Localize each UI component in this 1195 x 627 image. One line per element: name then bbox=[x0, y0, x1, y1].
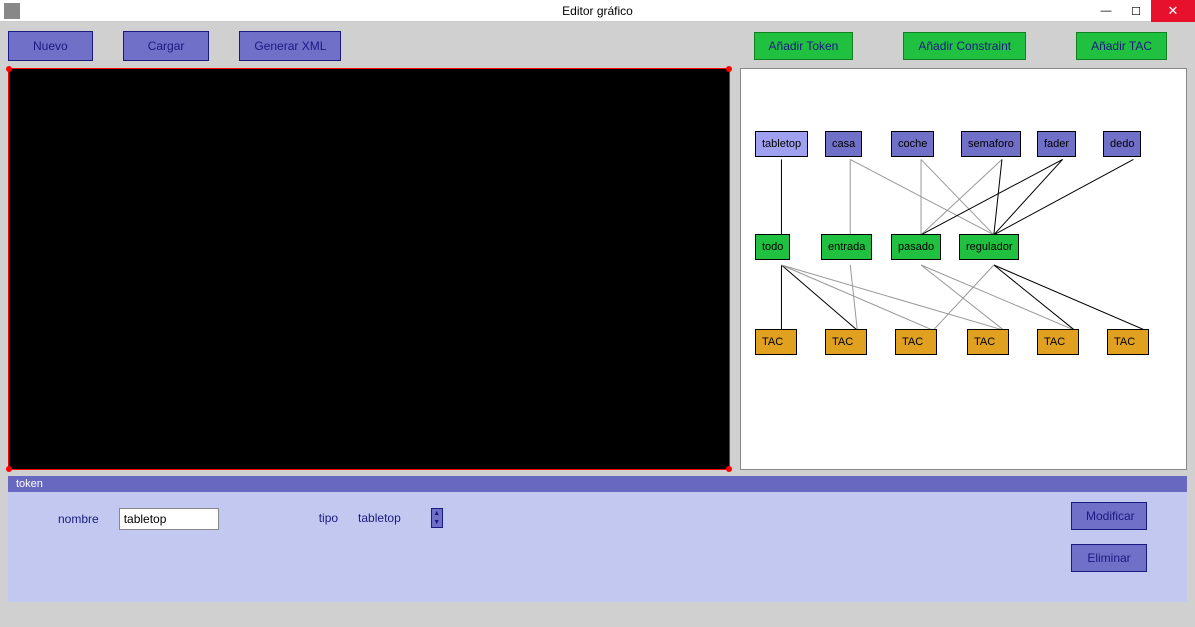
tipo-select-value: tabletop bbox=[358, 511, 401, 525]
graph-edges bbox=[741, 69, 1186, 469]
tac-node-5[interactable]: TAC bbox=[1037, 329, 1079, 355]
titlebar: Editor gráfico — ☐ ✕ bbox=[0, 0, 1195, 22]
tipo-select[interactable]: tabletop ▲ ▼ bbox=[358, 508, 443, 528]
tipo-spinner-up[interactable]: ▲ bbox=[432, 509, 442, 518]
token-node-dedo[interactable]: dedo bbox=[1103, 131, 1141, 157]
add-token-button[interactable]: Añadir Token bbox=[754, 32, 854, 60]
tac-node-2[interactable]: TAC bbox=[825, 329, 867, 355]
top-toolbar: Nuevo Cargar Generar XML Añadir Token Añ… bbox=[8, 30, 1187, 62]
modificar-button[interactable]: Modificar bbox=[1071, 502, 1147, 530]
constraint-node-todo[interactable]: todo bbox=[755, 234, 790, 260]
preview-canvas[interactable] bbox=[8, 68, 730, 470]
token-node-fader[interactable]: fader bbox=[1037, 131, 1076, 157]
constraint-node-regulador[interactable]: regulador bbox=[959, 234, 1019, 260]
token-node-casa[interactable]: casa bbox=[825, 131, 862, 157]
properties-panel: token nombre tipo tabletop ▲ ▼ Modificar… bbox=[8, 476, 1187, 602]
nuevo-button[interactable]: Nuevo bbox=[8, 31, 93, 61]
nombre-field: nombre bbox=[58, 508, 219, 530]
nombre-label: nombre bbox=[58, 512, 99, 526]
tipo-field: tipo tabletop ▲ ▼ bbox=[319, 508, 443, 528]
minimize-button[interactable]: — bbox=[1091, 0, 1121, 22]
constraint-node-pasado[interactable]: pasado bbox=[891, 234, 941, 260]
main-area: Nuevo Cargar Generar XML Añadir Token Añ… bbox=[0, 22, 1195, 627]
tac-node-4[interactable]: TAC bbox=[967, 329, 1009, 355]
constraint-node-entrada[interactable]: entrada bbox=[821, 234, 872, 260]
window-controls: — ☐ ✕ bbox=[1091, 0, 1195, 22]
token-node-semaforo[interactable]: semaforo bbox=[961, 131, 1021, 157]
token-node-coche[interactable]: coche bbox=[891, 131, 934, 157]
generar-xml-button[interactable]: Generar XML bbox=[239, 31, 341, 61]
tac-node-1[interactable]: TAC bbox=[755, 329, 797, 355]
tac-node-6[interactable]: TAC bbox=[1107, 329, 1149, 355]
canvas-row: tabletop casa coche semaforo fader dedo … bbox=[8, 68, 1187, 470]
tac-node-3[interactable]: TAC bbox=[895, 329, 937, 355]
eliminar-button[interactable]: Eliminar bbox=[1071, 544, 1147, 572]
cargar-button[interactable]: Cargar bbox=[123, 31, 210, 61]
graph-canvas[interactable]: tabletop casa coche semaforo fader dedo … bbox=[740, 68, 1187, 470]
properties-section-title: token bbox=[8, 476, 1187, 492]
app-icon bbox=[4, 3, 20, 19]
close-button[interactable]: ✕ bbox=[1151, 0, 1195, 22]
add-tac-button[interactable]: Añadir TAC bbox=[1076, 32, 1167, 60]
nombre-input[interactable] bbox=[119, 508, 219, 530]
window-title: Editor gráfico bbox=[562, 4, 633, 18]
maximize-button[interactable]: ☐ bbox=[1121, 0, 1151, 22]
tipo-spinner-down[interactable]: ▼ bbox=[432, 518, 442, 527]
tipo-label: tipo bbox=[319, 511, 338, 525]
add-constraint-button[interactable]: Añadir Constraint bbox=[903, 32, 1026, 60]
token-node-tabletop[interactable]: tabletop bbox=[755, 131, 808, 157]
